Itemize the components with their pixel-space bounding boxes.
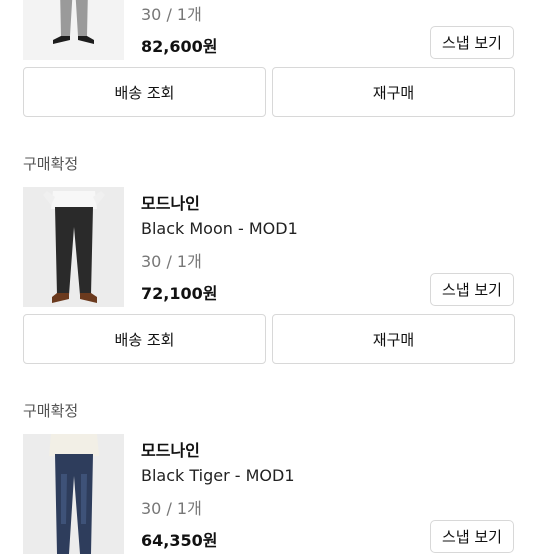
- snap-view-button[interactable]: 스냅 보기: [430, 26, 514, 59]
- order-option: 30 / 1개: [141, 499, 202, 518]
- order-price: 82,600원: [141, 37, 218, 56]
- brand-name: 모드나인: [141, 194, 200, 213]
- rebuy-button[interactable]: 재구매: [272, 67, 515, 117]
- order-status: 구매확정: [23, 402, 79, 420]
- order-option: 30 / 1개: [141, 5, 202, 24]
- product-image[interactable]: [23, 0, 124, 60]
- rebuy-button[interactable]: 재구매: [272, 314, 515, 364]
- order-price: 64,350원: [141, 531, 218, 550]
- snap-view-button[interactable]: 스냅 보기: [430, 273, 514, 306]
- snap-view-button[interactable]: 스냅 보기: [430, 520, 514, 553]
- delivery-tracking-button[interactable]: 배송 조회: [23, 314, 266, 364]
- delivery-tracking-button[interactable]: 배송 조회: [23, 67, 266, 117]
- brand-name: 모드나인: [141, 441, 200, 460]
- order-item: 30 / 1개 82,600원 스냅 보기 배송 조회 재구매: [0, 0, 538, 130]
- order-price: 72,100원: [141, 284, 218, 303]
- product-name: Black Tiger - MOD1: [141, 466, 295, 485]
- product-name: Black Moon - MOD1: [141, 219, 298, 238]
- order-status: 구매확정: [23, 155, 79, 173]
- order-option: 30 / 1개: [141, 252, 202, 271]
- product-image[interactable]: [23, 434, 124, 554]
- product-image[interactable]: [23, 187, 124, 307]
